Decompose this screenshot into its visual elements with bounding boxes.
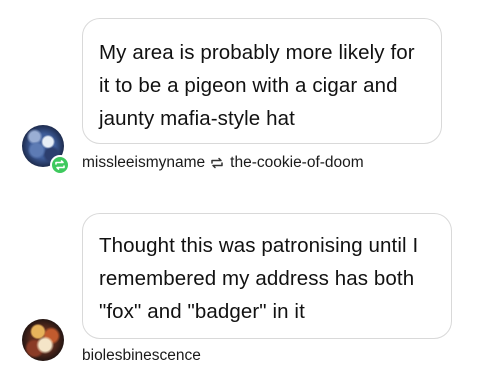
username-the-cookie-of-doom[interactable]: the-cookie-of-doom <box>230 154 364 172</box>
reblog-icon <box>55 160 65 170</box>
message-text-2: Thought this was patronising until I rem… <box>99 234 419 323</box>
message-bubble-2: Thought this was patronising until I rem… <box>82 213 452 339</box>
username-biolesbinescence[interactable]: biolesbinescence <box>82 347 201 365</box>
reblog-badge-icon <box>50 155 70 175</box>
reblog-icon <box>210 157 224 169</box>
attribution-line-1: missleeismyname the-cookie-of-doom <box>82 154 364 172</box>
avatar-biolesbinescence[interactable] <box>22 319 64 361</box>
message-bubble-1: My area is probably more likely for it t… <box>82 18 442 144</box>
username-missleeismyname[interactable]: missleeismyname <box>82 154 205 172</box>
attribution-line-2: biolesbinescence <box>82 347 201 365</box>
message-text-1: My area is probably more likely for it t… <box>99 41 415 130</box>
